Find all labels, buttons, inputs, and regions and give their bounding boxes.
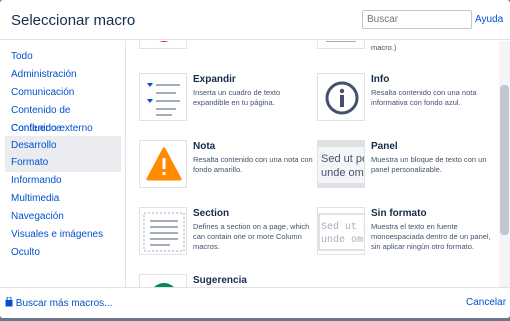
find-more-macros-label: Buscar más macros... xyxy=(15,298,113,309)
macro-description: Muestra el texto en fuente monoespaciada… xyxy=(371,222,491,251)
macro-card-partial-right[interactable]: macro.) xyxy=(317,41,495,61)
sidebar-item-desarrollo[interactable]: Desarrollo xyxy=(5,136,121,155)
sidebar-item-comunicacion[interactable]: Comunicación xyxy=(5,84,121,102)
macro-card-sin-formato[interactable]: Sed ut p unde omn Sin formato Muestra el… xyxy=(317,207,495,267)
scrollbar-thumb[interactable] xyxy=(500,85,509,235)
cancel-button[interactable]: Cancelar xyxy=(466,297,506,308)
sidebar-item-contenido-confluence[interactable]: Contenido de Confluence xyxy=(5,102,121,134)
macro-description: Resalta contenido con una nota con fondo… xyxy=(193,155,313,174)
macro-description: Muestra un bloque de texto con un panel … xyxy=(371,155,487,174)
sidebar-item-navegacion[interactable]: Navegación xyxy=(5,208,121,226)
dialog-title: Seleccionar macro xyxy=(11,12,136,29)
macro-desc-partial: macro.) xyxy=(371,43,397,52)
macro-card-partial-left[interactable] xyxy=(139,41,317,61)
macro-card-nota[interactable]: Nota Resalta contenido con una nota con … xyxy=(139,140,317,200)
note-thumbnail xyxy=(139,140,187,188)
macro-card-section[interactable]: Section Defines a section on a page, whi… xyxy=(139,207,317,267)
find-more-macros-link[interactable]: Buscar más macros... xyxy=(5,296,113,309)
macro-card-panel[interactable]: Sed ut pe unde omn Panel Muestra un bloq… xyxy=(317,140,495,200)
sidebar-item-visuales-imagenes[interactable]: Visuales e imágenes xyxy=(5,226,121,244)
sidebar-item-informando[interactable]: Informando xyxy=(5,172,121,190)
macro-card-sugerencia[interactable]: Sugerencia xyxy=(139,274,317,287)
macro-card-expandir[interactable]: Expandir Inserta un cuadro de texto expa… xyxy=(139,73,317,133)
svg-text:unde omn: unde omn xyxy=(321,234,365,246)
svg-text:unde omn: unde omn xyxy=(321,167,365,179)
search-input[interactable] xyxy=(362,10,472,29)
macro-name: Section xyxy=(193,208,230,219)
warning-icon xyxy=(146,147,182,181)
macro-name: Panel xyxy=(371,141,398,152)
lines-icon xyxy=(326,41,356,42)
info-icon xyxy=(325,81,359,115)
macro-name: Sin formato xyxy=(371,208,427,219)
bag-icon xyxy=(5,296,13,307)
svg-text:Sed ut p: Sed ut p xyxy=(321,221,365,233)
macro-name: Sugerencia xyxy=(193,275,247,286)
macro-description: Defines a section on a page, which can c… xyxy=(193,222,310,251)
panel-thumbnail: Sed ut pe unde omn xyxy=(317,140,365,188)
noformat-icon: Sed ut p unde omn xyxy=(318,213,365,251)
select-macro-dialog: Seleccionar macro Ayuda Todo Administrac… xyxy=(0,0,510,318)
panel-icon: Sed ut pe unde omn xyxy=(318,141,365,187)
tip-icon xyxy=(154,283,174,287)
macro-name: Expandir xyxy=(193,74,236,85)
sidebar-item-administracion[interactable]: Administración xyxy=(5,66,121,84)
macro-list: macro.) Expandir Inserta un cuadro de te… xyxy=(127,41,499,287)
help-link[interactable]: Ayuda xyxy=(475,14,503,25)
expand-icon xyxy=(147,83,180,116)
sidebar-item-multimedia[interactable]: Multimedia xyxy=(5,190,121,208)
partial-macro-thumbnail-2 xyxy=(317,41,365,49)
svg-text:Sed ut pe: Sed ut pe xyxy=(321,153,365,165)
section-icon xyxy=(143,212,185,252)
expand-thumbnail xyxy=(139,73,187,121)
sidebar-item-todo[interactable]: Todo xyxy=(5,48,121,66)
partial-macro-thumbnail xyxy=(139,41,187,49)
dialog-header: Seleccionar macro Ayuda xyxy=(0,0,510,40)
info-thumbnail xyxy=(317,73,365,121)
macro-name: Nota xyxy=(193,141,216,152)
macro-description: Inserta un cuadro de texto expandible en… xyxy=(193,88,281,107)
section-thumbnail xyxy=(139,207,187,255)
stop-icon xyxy=(159,41,169,42)
macro-name: Info xyxy=(371,74,390,85)
tip-thumbnail xyxy=(139,274,187,287)
category-sidebar: Todo Administración Comunicación Conteni… xyxy=(0,41,126,287)
noformat-thumbnail: Sed ut p unde omn xyxy=(317,207,365,255)
sidebar-item-formato[interactable]: Formato xyxy=(5,154,121,172)
macro-description: Resalta contenido con una nota informati… xyxy=(371,88,477,107)
macro-card-info[interactable]: Info Resalta contenido con una nota info… xyxy=(317,73,495,133)
sidebar-item-oculto[interactable]: Oculto xyxy=(5,244,121,262)
